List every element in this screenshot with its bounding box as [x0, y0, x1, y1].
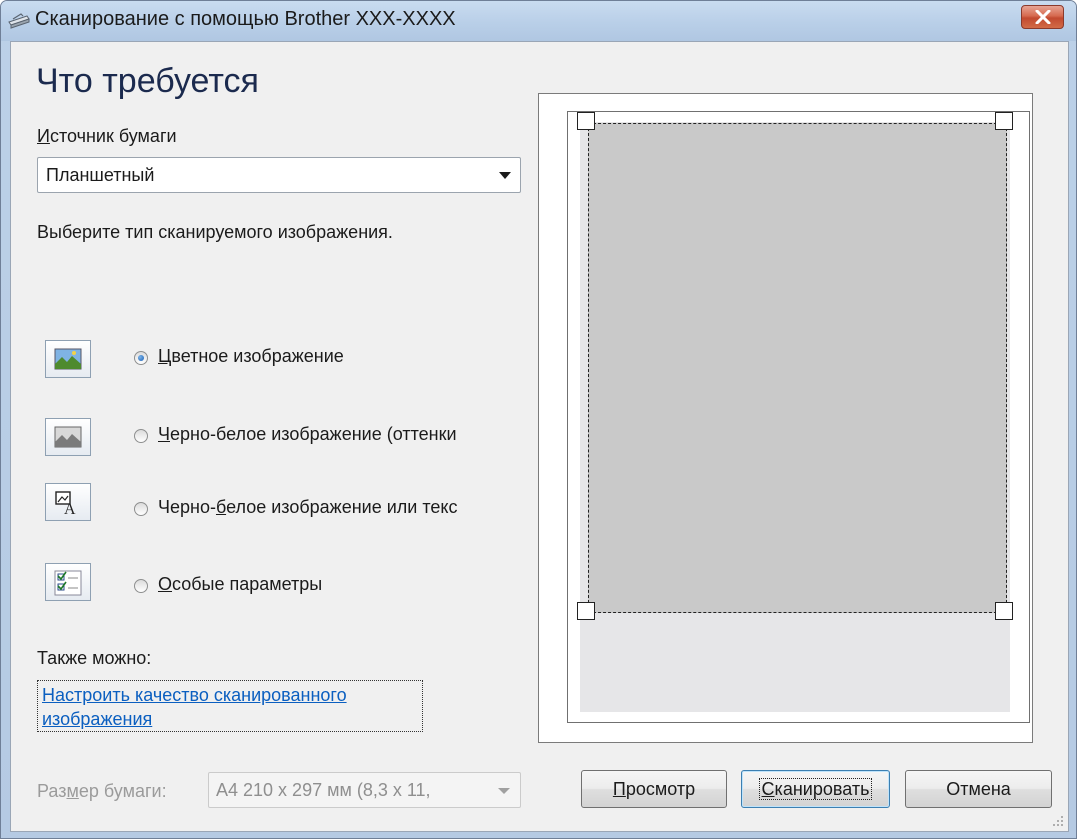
resize-handle-top-right[interactable] — [995, 112, 1013, 130]
chevron-down-icon — [499, 172, 511, 179]
paper-size-value: A4 210 x 297 мм (8,3 x 11, — [216, 780, 431, 800]
link-line-1: Настроить качество сканированного — [42, 685, 347, 705]
resize-handle-top-left[interactable] — [577, 112, 595, 130]
option-grayscale-image-label[interactable]: Черно-белое изображение (оттенки — [158, 424, 525, 445]
accesskey: Ц — [158, 346, 172, 366]
color-picture-icon[interactable] — [45, 340, 91, 378]
paper-size-label-post: ер бумаги: — [78, 781, 167, 801]
custom-settings-icon[interactable] — [45, 563, 91, 601]
resize-handle-bottom-left[interactable] — [577, 602, 595, 620]
option-text: собые параметры — [172, 574, 323, 594]
text-picture-icon: A — [55, 491, 76, 516]
adjust-quality-link[interactable]: Настроить качество сканированного изображ… — [37, 680, 423, 732]
scan-area-selection[interactable] — [588, 123, 1007, 613]
link-line-2: изображения — [42, 709, 153, 729]
bw-text-icon[interactable]: A — [45, 483, 91, 521]
accesskey: м — [66, 781, 79, 801]
cancel-button[interactable]: Отмена — [905, 770, 1052, 808]
title-bar[interactable]: Сканирование с помощью Brother XXX-XXXX — [1, 1, 1076, 41]
page-heading: Что требуется — [36, 62, 259, 100]
paper-source-dropdown[interactable]: Планшетный — [37, 157, 521, 193]
preview-button[interactable]: Просмотр — [581, 770, 727, 808]
option-color-image-label[interactable]: Цветное изображение — [158, 346, 518, 367]
resize-handle-bottom-right[interactable] — [995, 602, 1013, 620]
paper-source-label-text: сточник бумаги — [49, 126, 177, 146]
scanner-icon — [8, 13, 30, 29]
grayscale-picture-icon[interactable] — [45, 418, 91, 456]
accesskey: П — [612, 779, 626, 799]
accesskey: О — [158, 574, 173, 594]
accesskey: Ч — [158, 424, 170, 444]
paper-size-dropdown[interactable]: A4 210 x 297 мм (8,3 x 11, — [208, 772, 521, 808]
paper-size-label-pre: Раз — [37, 781, 67, 801]
option-bw-text-label[interactable]: Черно-белое изображение или текс — [158, 497, 525, 518]
scan-button[interactable]: Сканировать — [741, 770, 890, 808]
close-icon — [1035, 10, 1051, 24]
image-type-prompt: Выберите тип сканируемого изображения. — [37, 222, 393, 242]
landscape-color-icon — [54, 348, 82, 370]
accesskey: б — [215, 497, 227, 517]
also-label: Также можно: — [37, 648, 152, 668]
paper-source-value: Планшетный — [46, 165, 155, 185]
option-text: ерно-белое изображение (оттенки — [170, 424, 457, 444]
chevron-down-icon — [498, 788, 510, 794]
option-text: елое изображение или текс — [226, 497, 458, 517]
radio-grayscale-image[interactable] — [134, 429, 148, 443]
landscape-gray-icon — [54, 426, 82, 448]
focus-rect: Сканировать — [758, 778, 873, 800]
preview-button-label: росмотр — [625, 779, 696, 799]
scan-button-label: канировать — [774, 779, 870, 799]
checklist-icon — [54, 570, 82, 596]
svg-text:A: A — [64, 501, 76, 516]
accesskey: С — [761, 779, 775, 799]
resize-grip-icon[interactable] — [1052, 815, 1064, 827]
option-text-prefix: Черно- — [158, 497, 216, 517]
radio-custom-settings[interactable] — [134, 579, 148, 593]
paper-size-label: Размер бумаги: — [37, 781, 167, 802]
radio-bw-text[interactable] — [134, 502, 148, 516]
paper-source-label: Источник бумаги — [37, 126, 177, 147]
window-title: Сканирование с помощью Brother XXX-XXXX — [35, 8, 456, 30]
close-button[interactable] — [1021, 5, 1064, 29]
option-custom-settings-label[interactable]: Особые параметры — [158, 574, 518, 595]
paper-source-accesskey: И — [37, 126, 50, 146]
radio-color-image[interactable] — [134, 351, 148, 365]
option-text: ветное изображение — [171, 346, 344, 366]
